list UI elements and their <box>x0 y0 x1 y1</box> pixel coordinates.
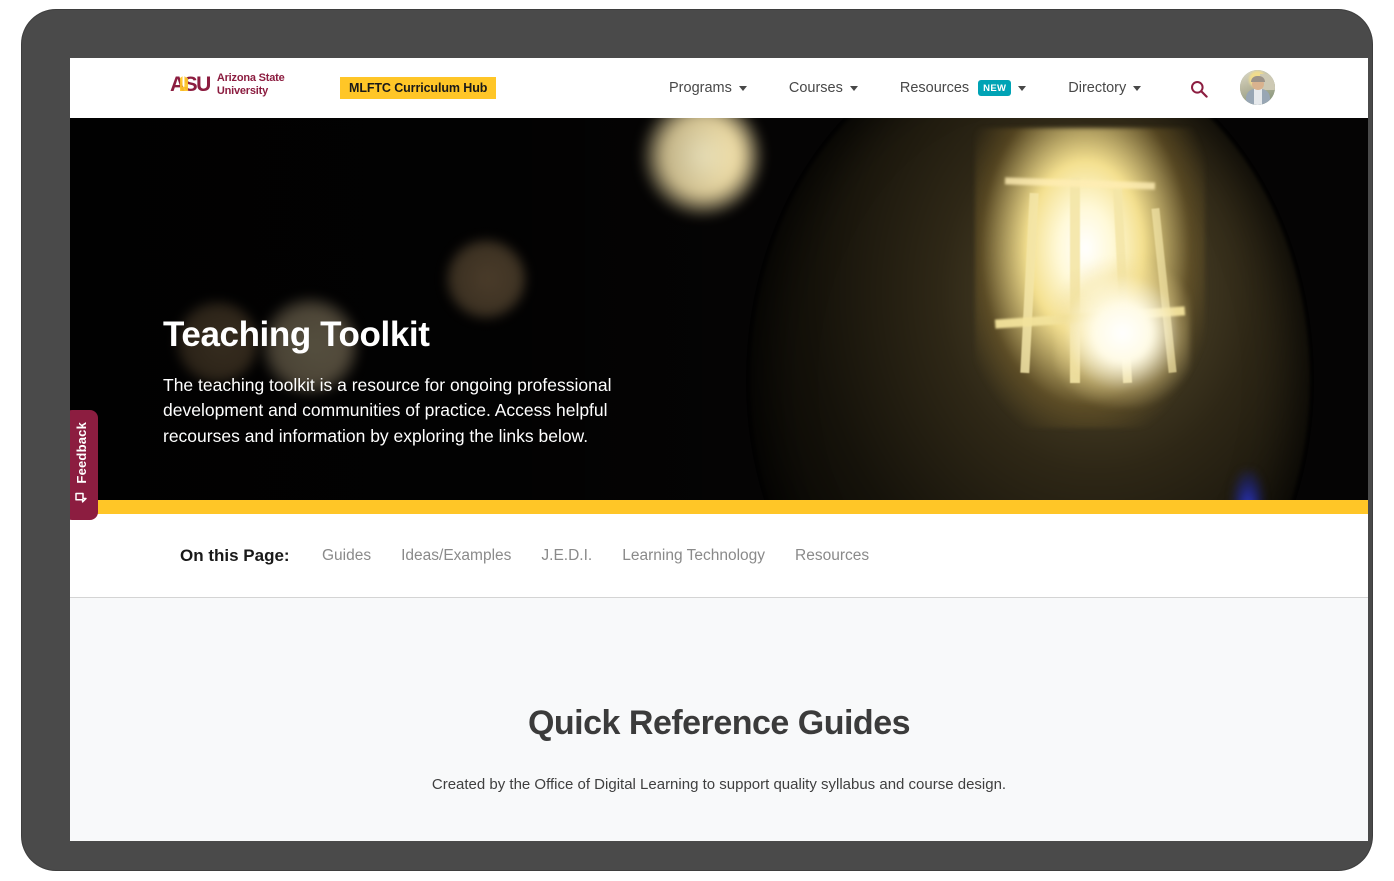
feedback-pointer-icon <box>74 492 89 512</box>
on-this-page-links: Guides Ideas/Examples J.E.D.I. Learning … <box>322 547 869 565</box>
avatar[interactable] <box>1240 70 1275 105</box>
nav-label-programs: Programs <box>669 80 732 96</box>
feedback-label: Feedback <box>73 422 89 484</box>
asu-wordmark-line2: University <box>216 84 269 97</box>
main-content: Quick Reference Guides Created by the Of… <box>70 599 1368 841</box>
hero-banner: Teaching Toolkit The teaching toolkit is… <box>70 118 1368 500</box>
site-header: ASU Arizona State University MLFTC Curri… <box>70 58 1368 118</box>
search-icon[interactable] <box>1190 80 1208 98</box>
otp-link-learning-technology[interactable]: Learning Technology <box>622 547 765 565</box>
avatar-hair <box>1251 76 1265 82</box>
new-badge: NEW <box>978 80 1012 96</box>
otp-link-resources[interactable]: Resources <box>795 547 869 565</box>
nav-label-resources: Resources <box>899 80 970 96</box>
page-title: Teaching Toolkit <box>163 315 430 354</box>
gold-accent-bar <box>70 500 1368 514</box>
otp-link-ideas-examples[interactable]: Ideas/Examples <box>401 547 511 565</box>
otp-link-guides[interactable]: Guides <box>322 547 371 565</box>
asu-logo-mark: ASU <box>170 73 211 97</box>
nav-item-courses[interactable]: Courses <box>768 58 879 118</box>
feedback-tab[interactable]: Feedback <box>70 410 98 520</box>
hero-description: The teaching toolkit is a resource for o… <box>163 374 612 446</box>
section-title: Quick Reference Guides <box>527 704 911 742</box>
chevron-down-icon <box>738 85 747 91</box>
on-this-page-label: On this Page: <box>180 545 290 565</box>
browser-viewport: ASU Arizona State University MLFTC Curri… <box>70 58 1368 841</box>
asu-logo[interactable]: ASU Arizona State University <box>170 72 285 98</box>
curriculum-hub-badge[interactable]: MLFTC Curriculum Hub <box>340 77 497 99</box>
nav-item-resources[interactable]: Resources NEW <box>879 58 1047 118</box>
on-this-page-bar: On this Page: Guides Ideas/Examples J.E.… <box>70 514 1368 598</box>
nav-label-courses: Courses <box>788 80 843 96</box>
otp-link-jedi[interactable]: J.E.D.I. <box>541 547 592 565</box>
asu-wordmark-line1: Arizona State <box>216 72 285 84</box>
hero-copy: Teaching Toolkit The teaching toolkit is… <box>163 315 633 449</box>
main-navigation: Programs Courses Resources NEW Directory <box>648 58 1162 118</box>
avatar-shirt <box>1254 89 1262 105</box>
chevron-down-icon <box>1018 85 1027 91</box>
nav-item-directory[interactable]: Directory <box>1047 58 1162 118</box>
chevron-down-icon <box>849 85 858 91</box>
nav-label-directory: Directory <box>1068 80 1127 96</box>
device-frame: ASU Arizona State University MLFTC Curri… <box>22 10 1372 870</box>
asu-logo-wordmark: Arizona State University <box>217 72 285 98</box>
section-subtitle: Created by the Office of Digital Learnin… <box>431 776 1007 793</box>
chevron-down-icon <box>1133 85 1142 91</box>
nav-item-programs[interactable]: Programs <box>648 58 768 118</box>
